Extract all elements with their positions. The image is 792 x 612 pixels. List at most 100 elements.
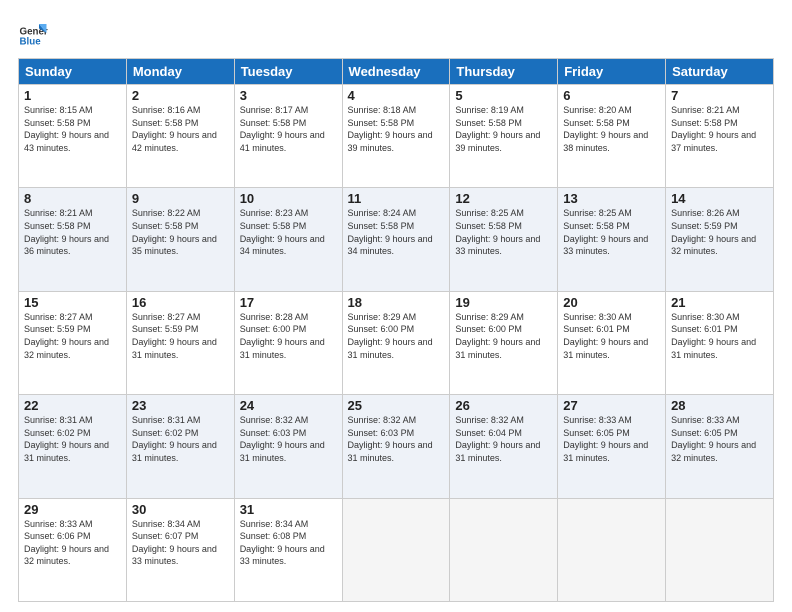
day-info: Sunrise: 8:22 AMSunset: 5:58 PMDaylight:… [132, 207, 229, 257]
day-number: 6 [563, 88, 660, 103]
day-number: 25 [348, 398, 445, 413]
day-number: 30 [132, 502, 229, 517]
day-number: 29 [24, 502, 121, 517]
calendar-cell: 8Sunrise: 8:21 AMSunset: 5:58 PMDaylight… [19, 188, 127, 291]
day-number: 23 [132, 398, 229, 413]
day-number: 28 [671, 398, 768, 413]
day-number: 27 [563, 398, 660, 413]
day-number: 8 [24, 191, 121, 206]
calendar-cell: 24Sunrise: 8:32 AMSunset: 6:03 PMDayligh… [234, 395, 342, 498]
calendar-day-header: Sunday [19, 59, 127, 85]
calendar-cell: 17Sunrise: 8:28 AMSunset: 6:00 PMDayligh… [234, 291, 342, 394]
calendar-week-row: 8Sunrise: 8:21 AMSunset: 5:58 PMDaylight… [19, 188, 774, 291]
day-info: Sunrise: 8:32 AMSunset: 6:03 PMDaylight:… [240, 414, 337, 464]
day-info: Sunrise: 8:21 AMSunset: 5:58 PMDaylight:… [24, 207, 121, 257]
day-info: Sunrise: 8:29 AMSunset: 6:00 PMDaylight:… [348, 311, 445, 361]
svg-text:Blue: Blue [20, 36, 42, 47]
day-number: 15 [24, 295, 121, 310]
calendar-cell: 5Sunrise: 8:19 AMSunset: 5:58 PMDaylight… [450, 85, 558, 188]
day-number: 4 [348, 88, 445, 103]
day-number: 20 [563, 295, 660, 310]
logo-icon: General Blue [18, 18, 48, 48]
calendar-cell: 26Sunrise: 8:32 AMSunset: 6:04 PMDayligh… [450, 395, 558, 498]
day-number: 31 [240, 502, 337, 517]
day-info: Sunrise: 8:16 AMSunset: 5:58 PMDaylight:… [132, 104, 229, 154]
calendar-cell: 18Sunrise: 8:29 AMSunset: 6:00 PMDayligh… [342, 291, 450, 394]
calendar-cell: 22Sunrise: 8:31 AMSunset: 6:02 PMDayligh… [19, 395, 127, 498]
calendar-cell: 28Sunrise: 8:33 AMSunset: 6:05 PMDayligh… [666, 395, 774, 498]
calendar-cell: 14Sunrise: 8:26 AMSunset: 5:59 PMDayligh… [666, 188, 774, 291]
day-info: Sunrise: 8:34 AMSunset: 6:08 PMDaylight:… [240, 518, 337, 568]
calendar-cell: 21Sunrise: 8:30 AMSunset: 6:01 PMDayligh… [666, 291, 774, 394]
day-number: 19 [455, 295, 552, 310]
day-info: Sunrise: 8:32 AMSunset: 6:03 PMDaylight:… [348, 414, 445, 464]
calendar-day-header: Saturday [666, 59, 774, 85]
calendar-cell [342, 498, 450, 601]
calendar-header-row: SundayMondayTuesdayWednesdayThursdayFrid… [19, 59, 774, 85]
day-info: Sunrise: 8:18 AMSunset: 5:58 PMDaylight:… [348, 104, 445, 154]
day-info: Sunrise: 8:30 AMSunset: 6:01 PMDaylight:… [563, 311, 660, 361]
day-info: Sunrise: 8:31 AMSunset: 6:02 PMDaylight:… [24, 414, 121, 464]
day-number: 22 [24, 398, 121, 413]
calendar-cell [666, 498, 774, 601]
day-number: 13 [563, 191, 660, 206]
day-info: Sunrise: 8:32 AMSunset: 6:04 PMDaylight:… [455, 414, 552, 464]
day-number: 26 [455, 398, 552, 413]
day-number: 12 [455, 191, 552, 206]
calendar: SundayMondayTuesdayWednesdayThursdayFrid… [18, 58, 774, 602]
day-number: 7 [671, 88, 768, 103]
logo: General Blue [18, 18, 52, 48]
day-info: Sunrise: 8:20 AMSunset: 5:58 PMDaylight:… [563, 104, 660, 154]
day-info: Sunrise: 8:30 AMSunset: 6:01 PMDaylight:… [671, 311, 768, 361]
calendar-week-row: 22Sunrise: 8:31 AMSunset: 6:02 PMDayligh… [19, 395, 774, 498]
calendar-cell: 31Sunrise: 8:34 AMSunset: 6:08 PMDayligh… [234, 498, 342, 601]
calendar-cell: 23Sunrise: 8:31 AMSunset: 6:02 PMDayligh… [126, 395, 234, 498]
calendar-week-row: 15 Sunrise: 8:27 AMSunset: 5:59 PMDayligh… [19, 291, 774, 394]
header: General Blue [18, 18, 774, 48]
day-number: 21 [671, 295, 768, 310]
day-info: Sunrise: 8:15 AMSunset: 5:58 PMDaylight:… [24, 104, 121, 154]
calendar-week-row: 1Sunrise: 8:15 AMSunset: 5:58 PMDaylight… [19, 85, 774, 188]
calendar-week-row: 29Sunrise: 8:33 AMSunset: 6:06 PMDayligh… [19, 498, 774, 601]
calendar-cell: 30Sunrise: 8:34 AMSunset: 6:07 PMDayligh… [126, 498, 234, 601]
day-info: Sunrise: 8:23 AMSunset: 5:58 PMDaylight:… [240, 207, 337, 257]
day-info: Sunrise: 8:33 AMSunset: 6:05 PMDaylight:… [671, 414, 768, 464]
calendar-day-header: Tuesday [234, 59, 342, 85]
calendar-cell: 19Sunrise: 8:29 AMSunset: 6:00 PMDayligh… [450, 291, 558, 394]
calendar-cell: 15Sunrise: 8:27 AMSunset: 5:59 PMDayligh… [19, 291, 127, 394]
day-info: Sunrise: 8:33 AMSunset: 6:05 PMDaylight:… [563, 414, 660, 464]
day-info: Sunrise: 8:33 AMSunset: 6:06 PMDaylight:… [24, 518, 121, 568]
calendar-cell: 11Sunrise: 8:24 AMSunset: 5:58 PMDayligh… [342, 188, 450, 291]
day-number: 10 [240, 191, 337, 206]
day-number: 14 [671, 191, 768, 206]
calendar-cell [558, 498, 666, 601]
calendar-cell: 7Sunrise: 8:21 AMSunset: 5:58 PMDaylight… [666, 85, 774, 188]
day-info: Sunrise: 8:27 AMSunset: 5:59 PMDaylight:… [132, 311, 229, 361]
calendar-cell: 2Sunrise: 8:16 AMSunset: 5:58 PMDaylight… [126, 85, 234, 188]
day-info: Sunrise: 8:26 AMSunset: 5:59 PMDaylight:… [671, 207, 768, 257]
calendar-cell: 20Sunrise: 8:30 AMSunset: 6:01 PMDayligh… [558, 291, 666, 394]
calendar-cell: 27Sunrise: 8:33 AMSunset: 6:05 PMDayligh… [558, 395, 666, 498]
day-info: Sunrise: 8:19 AMSunset: 5:58 PMDaylight:… [455, 104, 552, 154]
day-info: Sunrise: 8:28 AMSunset: 6:00 PMDaylight:… [240, 311, 337, 361]
day-info: Sunrise: 8:25 AMSunset: 5:58 PMDaylight:… [455, 207, 552, 257]
calendar-cell: 10Sunrise: 8:23 AMSunset: 5:58 PMDayligh… [234, 188, 342, 291]
day-info: Sunrise: 8:34 AMSunset: 6:07 PMDaylight:… [132, 518, 229, 568]
page: General Blue SundayMondayTuesdayWednesda… [0, 0, 792, 612]
day-info: Sunrise: 8:29 AMSunset: 6:00 PMDaylight:… [455, 311, 552, 361]
calendar-cell: 29Sunrise: 8:33 AMSunset: 6:06 PMDayligh… [19, 498, 127, 601]
day-number: 11 [348, 191, 445, 206]
day-number: 16 [132, 295, 229, 310]
calendar-cell: 25Sunrise: 8:32 AMSunset: 6:03 PMDayligh… [342, 395, 450, 498]
day-number: 2 [132, 88, 229, 103]
calendar-cell: 16Sunrise: 8:27 AMSunset: 5:59 PMDayligh… [126, 291, 234, 394]
day-info: Sunrise: 8:31 AMSunset: 6:02 PMDaylight:… [132, 414, 229, 464]
day-info: Sunrise: 8:17 AMSunset: 5:58 PMDaylight:… [240, 104, 337, 154]
calendar-day-header: Friday [558, 59, 666, 85]
day-number: 5 [455, 88, 552, 103]
day-info: Sunrise: 8:24 AMSunset: 5:58 PMDaylight:… [348, 207, 445, 257]
calendar-cell: 6Sunrise: 8:20 AMSunset: 5:58 PMDaylight… [558, 85, 666, 188]
day-number: 17 [240, 295, 337, 310]
calendar-cell [450, 498, 558, 601]
calendar-cell: 3Sunrise: 8:17 AMSunset: 5:58 PMDaylight… [234, 85, 342, 188]
